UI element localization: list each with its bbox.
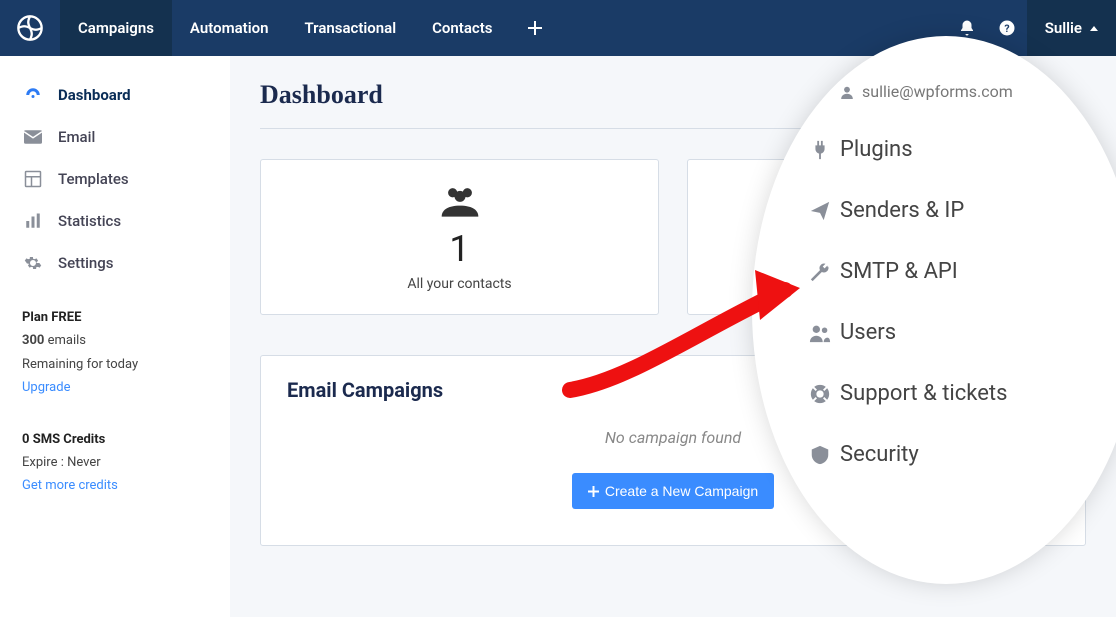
- contacts-count: 1: [261, 228, 658, 270]
- upgrade-link[interactable]: Upgrade: [22, 376, 208, 399]
- dropdown-item-smtp-api[interactable]: SMTP & API: [800, 241, 1116, 302]
- dropdown-item-label: Plugins: [840, 137, 913, 162]
- sidebar-item-label: Settings: [58, 254, 114, 272]
- sidebar-item-templates[interactable]: Templates: [0, 158, 230, 200]
- user-dropdown-magnified: sullie@wpforms.com Plugins Senders & IP …: [756, 40, 1116, 580]
- get-credits-link[interactable]: Get more credits: [22, 474, 208, 497]
- sidebar-item-settings[interactable]: Settings: [0, 242, 230, 284]
- svg-text:?: ?: [1004, 22, 1009, 35]
- nav-label: Automation: [190, 19, 269, 37]
- bar-chart-icon: [22, 212, 44, 230]
- nav-campaigns[interactable]: Campaigns: [60, 0, 172, 56]
- nav-contacts[interactable]: Contacts: [414, 0, 510, 56]
- plan-subline: Remaining for today: [22, 353, 208, 376]
- nav-add-button[interactable]: [510, 0, 560, 56]
- speedometer-icon: [22, 86, 44, 104]
- sms-title: 0 SMS Credits: [22, 428, 208, 451]
- user-name: Sullie: [1045, 19, 1082, 37]
- person-icon: [840, 85, 854, 99]
- dropdown-item-senders[interactable]: Senders & IP: [800, 180, 1116, 241]
- dropdown-item-label: Users: [840, 320, 896, 345]
- sidebar-item-statistics[interactable]: Statistics: [0, 200, 230, 242]
- nav-label: Contacts: [432, 19, 492, 37]
- wrench-icon: [800, 261, 840, 283]
- contacts-card[interactable]: 1 All your contacts: [260, 159, 659, 315]
- nav-label: Transactional: [304, 19, 396, 37]
- sidebar-item-email[interactable]: Email: [0, 116, 230, 158]
- paper-plane-icon: [800, 200, 840, 222]
- plan-title: Plan FREE: [22, 306, 208, 329]
- sms-summary: 0 SMS Credits Expire : Never Get more cr…: [0, 406, 230, 504]
- user-menu-trigger[interactable]: Sullie: [1027, 0, 1116, 56]
- lifebuoy-icon: [800, 383, 840, 405]
- shield-icon: [800, 444, 840, 466]
- dropdown-item-users[interactable]: Users: [800, 302, 1116, 363]
- sidebar-item-dashboard[interactable]: Dashboard: [0, 74, 230, 116]
- dropdown-item-label: Security: [840, 442, 919, 467]
- sidebar-item-label: Dashboard: [58, 86, 131, 104]
- dropdown-item-plugins[interactable]: Plugins: [800, 119, 1116, 180]
- layout-icon: [22, 170, 44, 188]
- plus-icon: [528, 21, 542, 35]
- sms-subline: Expire : Never: [22, 451, 208, 474]
- contacts-caption: All your contacts: [261, 276, 658, 292]
- nav-automation[interactable]: Automation: [172, 0, 287, 56]
- dropdown-item-security[interactable]: Security: [800, 424, 1116, 485]
- plan-summary: Plan FREE 300 emails Remaining for today…: [0, 284, 230, 406]
- gear-icon: [22, 254, 44, 272]
- plug-icon: [800, 139, 840, 161]
- nav-transactional[interactable]: Transactional: [286, 0, 414, 56]
- left-sidebar: Dashboard Email Templates Statistics Set…: [0, 56, 230, 617]
- create-campaign-button[interactable]: Create a New Campaign: [572, 473, 774, 509]
- sidebar-item-label: Templates: [58, 170, 129, 188]
- button-label: Create a New Campaign: [605, 483, 758, 499]
- dropdown-item-label: SMTP & API: [840, 259, 958, 284]
- dropdown-item-support[interactable]: Support & tickets: [800, 363, 1116, 424]
- users-icon: [261, 184, 658, 222]
- dropdown-item-label: Senders & IP: [840, 198, 964, 223]
- users-icon: [800, 322, 840, 344]
- app-logo[interactable]: [0, 0, 60, 56]
- bell-icon: [958, 19, 976, 37]
- plus-icon: [588, 486, 599, 497]
- envelope-icon: [22, 130, 44, 144]
- help-icon: ?: [998, 19, 1016, 37]
- plan-quota-number: 300: [22, 333, 44, 348]
- dropdown-item-label: Support & tickets: [840, 381, 1007, 406]
- plan-quota-text: emails: [44, 333, 86, 348]
- sidebar-item-label: Statistics: [58, 212, 121, 230]
- nav-label: Campaigns: [78, 19, 154, 37]
- chevron-up-icon: [1090, 26, 1098, 31]
- sidebar-item-label: Email: [58, 128, 95, 146]
